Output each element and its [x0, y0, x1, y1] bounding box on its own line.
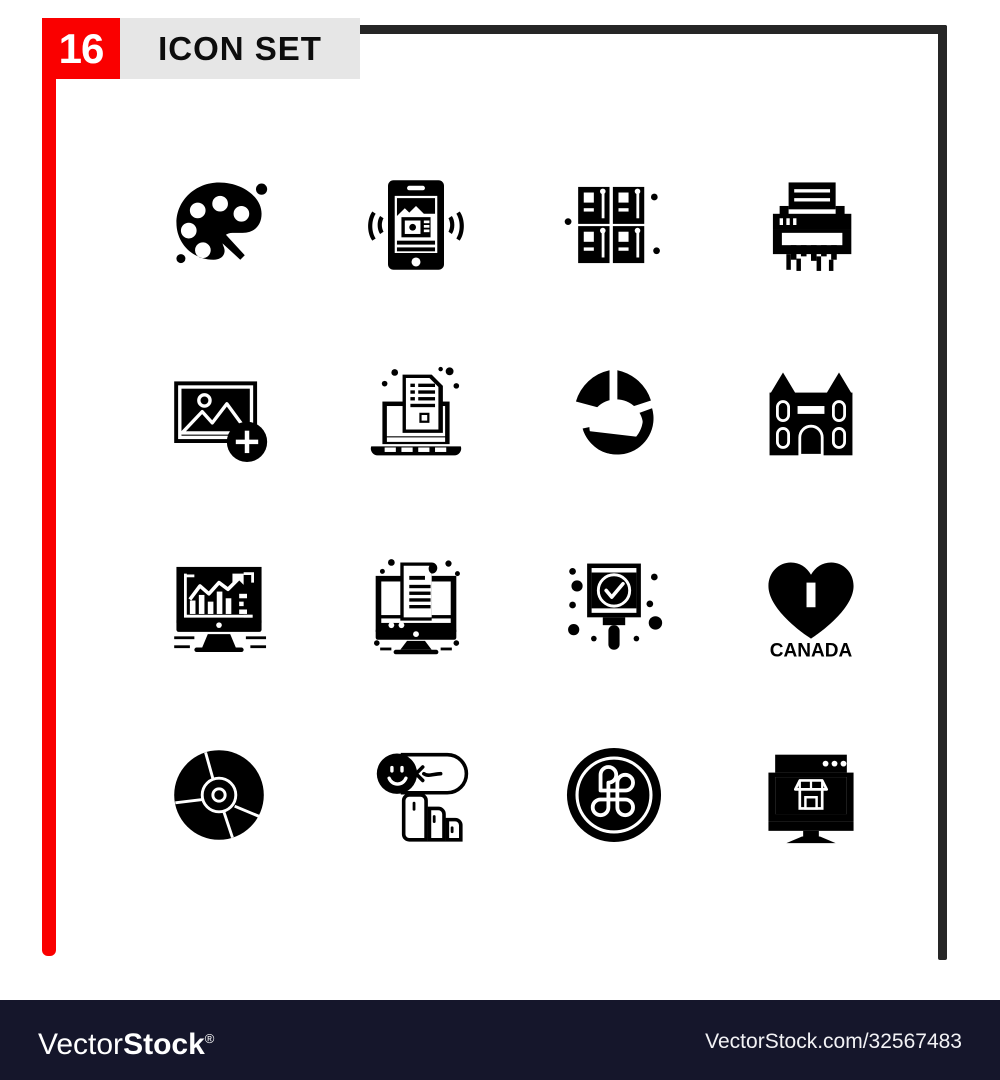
registered-mark-icon: ® — [204, 1031, 215, 1046]
page-title: ICON SET — [120, 18, 360, 79]
emoji-feedback-swipe-icon — [377, 752, 469, 842]
vectorstock-url: VectorStock.com/32567483 — [705, 1030, 962, 1053]
paint-palette-icon — [176, 182, 267, 264]
brand-light: Vector — [38, 1028, 124, 1061]
command-key-icon — [566, 747, 661, 843]
icon-cell-13[interactable] — [120, 700, 318, 890]
icon-cell-7[interactable] — [515, 320, 713, 510]
lockers-icon — [564, 186, 660, 264]
add-image-icon — [173, 381, 267, 463]
icon-cell-3[interactable] — [515, 130, 713, 320]
monitor-analytics-icon — [173, 566, 266, 653]
approved-sign-icon — [567, 563, 662, 650]
vectorstock-logo: VectorStock® — [38, 1022, 214, 1062]
canada-heart-icon: CANADA — [768, 562, 854, 661]
icon-set-canvas: 16 ICON SET CANADA — [0, 0, 1000, 1000]
mobile-media-icon — [368, 180, 465, 270]
canada-label: CANADA — [770, 641, 853, 661]
icon-cell-11[interactable] — [515, 510, 713, 700]
monitor-document-icon — [374, 559, 461, 655]
icon-cell-2[interactable] — [318, 130, 516, 320]
icon-cell-12[interactable]: CANADA — [713, 510, 911, 700]
icon-cell-16[interactable] — [713, 700, 911, 890]
laptop-document-icon — [371, 366, 462, 456]
icon-grid: CANADA — [120, 130, 910, 890]
castle-icon — [769, 372, 853, 457]
icon-cell-9[interactable] — [120, 510, 318, 700]
compact-disc-icon — [173, 750, 264, 840]
icon-cell-5[interactable] — [120, 320, 318, 510]
frame-right-rule — [938, 25, 947, 960]
frame-left-red-bar — [42, 20, 56, 956]
footer-bar: VectorStock® VectorStock.com/32567483 — [0, 1000, 1000, 1080]
icon-count-badge: 16 — [42, 18, 120, 79]
brand-bold: Stock — [123, 1028, 205, 1061]
icon-cell-8[interactable] — [713, 320, 911, 510]
icon-cell-4[interactable] — [713, 130, 911, 320]
pie-chart-icon — [575, 370, 654, 455]
icon-cell-15[interactable] — [515, 700, 713, 890]
icon-cell-6[interactable] — [318, 320, 516, 510]
paper-shredder-icon — [773, 182, 852, 271]
frame-top-rule — [355, 25, 947, 34]
icon-cell-10[interactable] — [318, 510, 516, 700]
icon-cell-1[interactable] — [120, 130, 318, 320]
online-store-icon — [768, 754, 854, 844]
icon-cell-14[interactable] — [318, 700, 516, 890]
